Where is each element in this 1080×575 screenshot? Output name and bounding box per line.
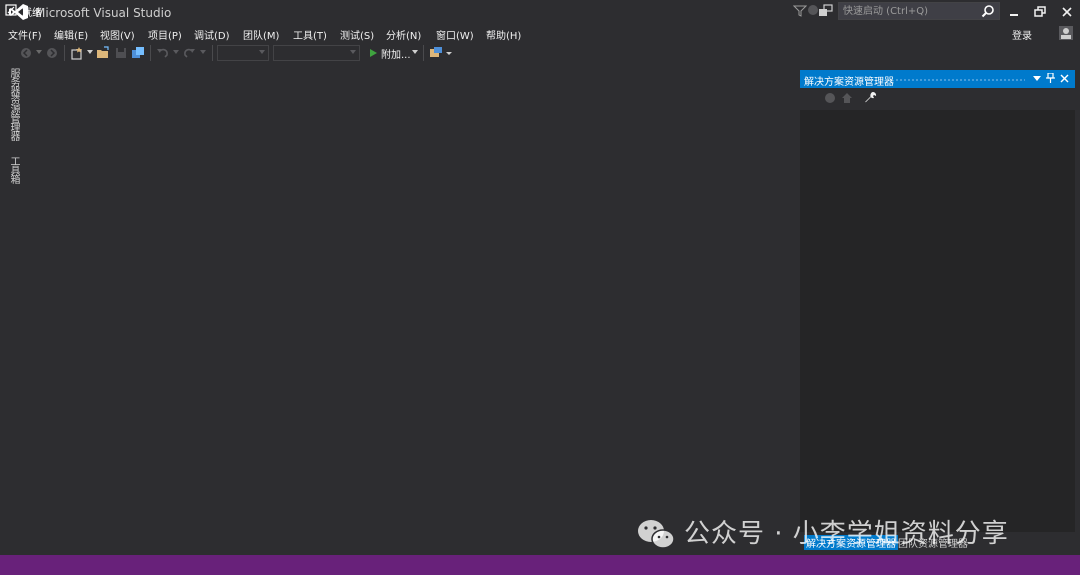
menu-window[interactable]: 窗口(W): [436, 27, 474, 42]
back-dropdown-icon[interactable]: [36, 49, 42, 55]
redo-icon[interactable]: [182, 46, 196, 60]
menu-test[interactable]: 测试(S): [340, 27, 374, 42]
attach-dropdown-icon[interactable]: [412, 49, 418, 55]
menu-project[interactable]: 项目(P): [148, 27, 182, 42]
back-icon[interactable]: [19, 46, 33, 60]
notification-filter-icon[interactable]: [793, 4, 807, 18]
header-grip: [895, 78, 1025, 82]
status-text: 就绪: [22, 8, 42, 19]
toolbar-options-icon[interactable]: [446, 49, 452, 55]
pin-icon[interactable]: [1046, 73, 1055, 83]
save-icon[interactable]: [114, 46, 128, 60]
forward-icon[interactable]: [824, 92, 836, 104]
account-icon[interactable]: [1057, 24, 1075, 42]
signin-link[interactable]: 登录: [1012, 27, 1032, 42]
watermark-text: 公众号 · 小李学姐资料分享: [684, 519, 1009, 549]
menu-debug[interactable]: 调试(D): [194, 27, 230, 42]
solution-platform-combo[interactable]: [273, 45, 360, 61]
status-bar: [0, 555, 1080, 575]
open-file-icon[interactable]: [96, 46, 110, 60]
wechat-icon: [638, 520, 675, 549]
undo-dropdown-icon[interactable]: [173, 49, 179, 55]
home-icon[interactable]: [841, 92, 853, 104]
menu-help[interactable]: 帮助(H): [486, 27, 521, 42]
undo-icon[interactable]: [156, 46, 170, 60]
left-tool-strip: 服务器资源管理器 工具箱: [0, 64, 20, 555]
solution-explorer-tree: [800, 110, 1075, 530]
toolbar-separator: [423, 45, 424, 61]
forward-icon[interactable]: [45, 46, 59, 60]
menu-analyze[interactable]: 分析(N): [386, 27, 421, 42]
chevron-down-icon: [350, 50, 356, 54]
window-title: Microsoft Visual Studio: [35, 6, 172, 20]
window-position-icon[interactable]: [1033, 74, 1041, 82]
restore-icon: [1034, 6, 1046, 17]
toolbar-separator: [212, 45, 213, 61]
back-icon[interactable]: [807, 4, 819, 16]
menu-edit[interactable]: 编辑(E): [54, 27, 88, 42]
new-project-icon[interactable]: [70, 46, 84, 60]
toolbar-separator: [150, 45, 151, 61]
attach-button[interactable]: 附加...: [381, 46, 411, 61]
document-well: [20, 64, 798, 555]
menu-tools[interactable]: 工具(T): [293, 27, 327, 42]
menu-team[interactable]: 团队(M): [243, 27, 279, 42]
close-icon: [1062, 7, 1072, 17]
close-button[interactable]: [1058, 3, 1076, 21]
toolbar-separator: [64, 45, 65, 61]
feedback-icon[interactable]: [818, 4, 834, 18]
restore-button[interactable]: [1031, 3, 1049, 21]
chevron-down-icon: [259, 50, 265, 54]
new-project-dropdown-icon[interactable]: [87, 49, 93, 55]
redo-dropdown-icon[interactable]: [200, 49, 206, 55]
menu-bar: 文件(F) 编辑(E) 视图(V) 项目(P) 调试(D) 团队(M) 工具(T…: [0, 24, 1080, 42]
minimize-icon: [1010, 14, 1018, 16]
search-icon[interactable]: [981, 4, 995, 18]
minimize-button[interactable]: [1005, 3, 1023, 21]
server-explorer-tab[interactable]: 服务器资源管理器: [6, 68, 21, 140]
toolbox-tab[interactable]: 工具箱: [6, 156, 21, 183]
quick-launch-input[interactable]: [843, 4, 977, 18]
start-icon[interactable]: [366, 46, 380, 60]
menu-view[interactable]: 视图(V): [100, 27, 135, 42]
solution-configuration-combo[interactable]: [217, 45, 269, 61]
wrench-icon[interactable]: [864, 91, 877, 104]
browser-link-icon[interactable]: [429, 46, 443, 60]
solution-explorer-title: 解决方案资源管理器: [804, 77, 894, 88]
save-all-icon[interactable]: [131, 46, 145, 60]
status-ready-icon: [5, 4, 17, 16]
close-panel-icon[interactable]: [1060, 74, 1069, 83]
quick-launch-box[interactable]: [838, 2, 1000, 20]
standard-toolbar: [0, 42, 1080, 64]
menu-file[interactable]: 文件(F): [8, 27, 42, 42]
